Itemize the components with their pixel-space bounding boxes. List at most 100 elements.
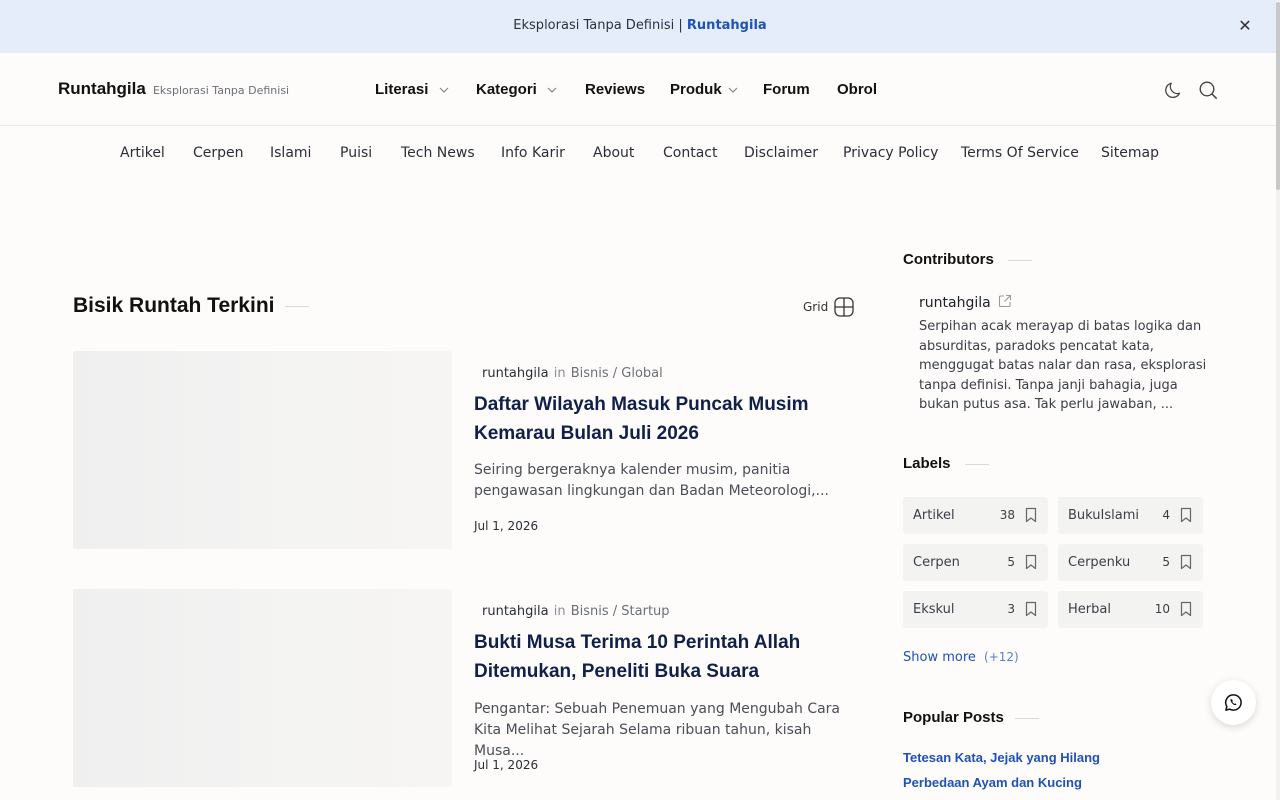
contributor-name[interactable]: runtahgila (919, 294, 1012, 311)
brand-name[interactable]: Runtahgila (58, 79, 146, 98)
whatsapp-button[interactable] (1211, 680, 1256, 725)
bookmark-icon (1025, 554, 1037, 570)
label-name: Cerpenku (1068, 555, 1131, 570)
subnav-info-karir[interactable]: Info Karir (501, 145, 565, 161)
announcement-bar: Eksplorasi Tanpa Definisi | Runtahgila ✕ (0, 0, 1280, 53)
post-author[interactable]: runtahgila (482, 366, 549, 381)
post-thumbnail[interactable] (73, 351, 452, 549)
label-item[interactable]: Artikel 38 (903, 497, 1048, 534)
subnav-about[interactable]: About (593, 145, 634, 161)
nav-produk[interactable]: Produk (670, 81, 738, 98)
show-more-count: (+12) (984, 650, 1019, 664)
nav-label: Obrol (837, 81, 877, 98)
title-divider (285, 306, 309, 307)
label-count: 3 (1007, 602, 1015, 616)
nav-forum[interactable]: Forum (763, 81, 810, 98)
subnav-disclaimer[interactable]: Disclaimer (744, 145, 818, 161)
contributor-bio: Serpihan acak merayap di batas logika da… (919, 319, 1207, 412)
nav-label: Forum (763, 81, 810, 98)
external-link-icon (999, 294, 1012, 308)
bookmark-icon (1180, 507, 1192, 523)
popular-posts-title: Popular Posts (903, 709, 1004, 726)
label-item[interactable]: Cerpenku 5 (1058, 544, 1203, 581)
section-title: Bisik Runtah Terkini (73, 294, 275, 317)
subnav-artikel[interactable]: Artikel (120, 145, 165, 161)
post-title[interactable]: Bukti Musa Terima 10 Perintah Allah Dite… (474, 628, 844, 686)
brand-tagline: Eksplorasi Tanpa Definisi (152, 84, 290, 97)
label-count: 4 (1162, 508, 1170, 522)
post-date: Jul 1, 2026 (474, 519, 539, 533)
label-name: BukuIslami (1068, 508, 1139, 523)
label-name: Cerpen (913, 555, 960, 570)
nav-literasi[interactable]: Literasi (375, 81, 449, 98)
title-divider (1015, 718, 1039, 719)
grid-view-toggle[interactable]: Grid (803, 296, 855, 318)
bookmark-icon (1025, 507, 1037, 523)
bookmark-icon (1025, 601, 1037, 617)
post-date: Jul 1, 2026 (474, 758, 539, 772)
post-thumbnail[interactable] (73, 589, 452, 787)
label-count: 5 (1162, 555, 1170, 569)
subnav-cerpen[interactable]: Cerpen (193, 145, 244, 161)
nav-label: Reviews (585, 81, 646, 98)
subnav-contact[interactable]: Contact (663, 145, 717, 161)
nav-reviews[interactable]: Reviews (585, 81, 645, 98)
label-item[interactable]: Ekskul 3 (903, 591, 1048, 628)
popular-post-link[interactable]: Tetesan Kata, Jejak yang Hilang (903, 750, 1100, 765)
close-icon[interactable]: ✕ (1236, 17, 1254, 35)
contributor-name-label: runtahgila (919, 295, 991, 311)
show-more-link[interactable]: Show more (+12) (903, 650, 1019, 665)
chevron-down-icon (547, 87, 557, 93)
post-meta: runtahgila in Bisnis / Startup (482, 604, 670, 619)
label-item[interactable]: Herbal 10 (1058, 591, 1203, 628)
site-header: Runtahgila Eksplorasi Tanpa Definisi Lit… (0, 53, 1280, 126)
announcement-text: Eksplorasi Tanpa Definisi | Runtahgila (0, 18, 1280, 33)
contributors-title: Contributors (903, 251, 994, 268)
post-author[interactable]: runtahgila (482, 604, 549, 619)
title-divider (965, 464, 989, 465)
grid-label: Grid (803, 300, 829, 314)
post-excerpt: Pengantar: Sebuah Penemuan yang Mengubah… (474, 701, 841, 759)
label-item[interactable]: Cerpen 5 (903, 544, 1048, 581)
nav-label: Kategori (476, 81, 537, 98)
nav-label: Literasi (375, 81, 429, 98)
label-name: Artikel (913, 508, 955, 523)
show-more-label: Show more (903, 650, 976, 665)
nav-obrol[interactable]: Obrol (837, 81, 877, 98)
label-count: 5 (1007, 555, 1015, 569)
chevron-down-icon (439, 87, 448, 93)
post-in: in (553, 604, 566, 619)
post-excerpt: Seiring bergeraknya kalender musim, pani… (474, 462, 829, 499)
bookmark-icon (1180, 601, 1192, 617)
grid-icon (834, 297, 854, 317)
search-icon[interactable] (1198, 80, 1218, 100)
labels-title: Labels (903, 455, 951, 472)
post-in: in (553, 366, 566, 381)
subnav-sitemap[interactable]: Sitemap (1101, 145, 1159, 161)
subnav-puisi[interactable]: Puisi (340, 145, 372, 161)
label-name: Ekskul (913, 602, 955, 617)
page-scrollbar[interactable] (1276, 0, 1280, 800)
label-name: Herbal (1068, 602, 1111, 617)
moon-icon[interactable] (1164, 80, 1184, 100)
subnav-privacy-policy[interactable]: Privacy Policy (843, 145, 938, 161)
post-category[interactable]: Bisnis / Startup (571, 604, 670, 619)
post-category[interactable]: Bisnis / Global (571, 366, 663, 381)
post-title[interactable]: Daftar Wilayah Masuk Puncak Musim Kemara… (474, 390, 844, 448)
nav-kategori[interactable]: Kategori (476, 81, 557, 98)
label-count: 38 (999, 508, 1015, 522)
bookmark-icon (1180, 554, 1192, 570)
announcement-link[interactable]: Runtahgila (687, 18, 767, 33)
title-divider (1008, 260, 1032, 261)
post-meta: runtahgila in Bisnis / Global (482, 366, 663, 381)
label-count: 10 (1154, 602, 1170, 616)
chevron-down-icon (728, 87, 738, 93)
subnav-terms-of-service[interactable]: Terms Of Service (961, 145, 1079, 161)
subnav-tech-news[interactable]: Tech News (401, 145, 475, 161)
label-item[interactable]: BukuIslami 4 (1058, 497, 1203, 534)
subnav-islami[interactable]: Islami (270, 145, 311, 161)
brand[interactable]: Runtahgila Eksplorasi Tanpa Definisi (58, 79, 289, 99)
scrollbar-thumb[interactable] (1276, 2, 1280, 190)
announcement-separator: | (678, 18, 683, 33)
popular-post-link[interactable]: Perbedaan Ayam dan Kucing (903, 775, 1082, 790)
